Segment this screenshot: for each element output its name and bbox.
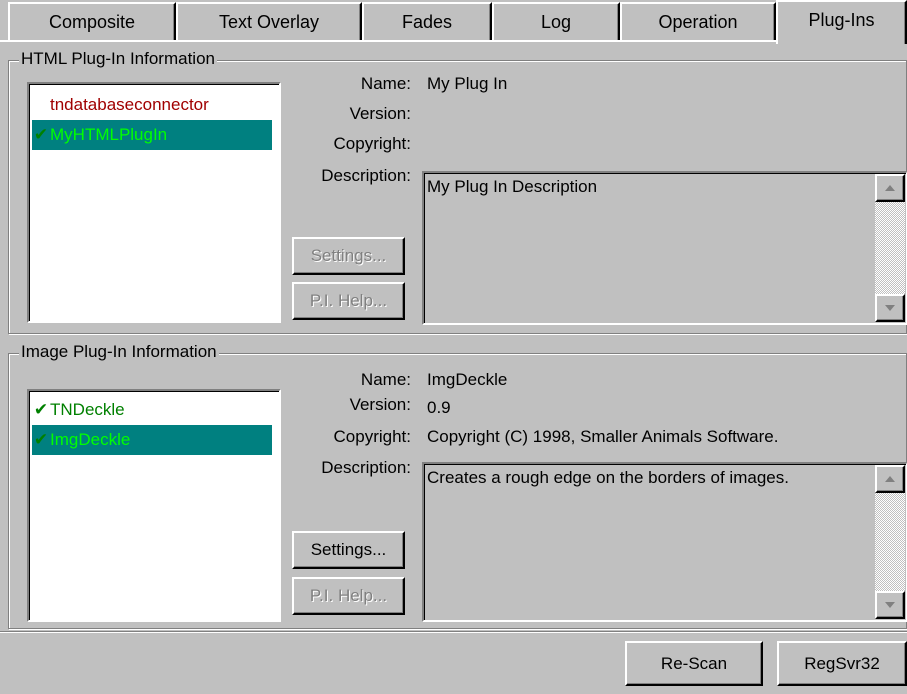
tab-label: Log — [540, 12, 572, 32]
rescan-button[interactable]: Re-Scan — [625, 641, 763, 686]
tab-operation[interactable]: Operation — [620, 2, 776, 41]
tab-plug-ins[interactable]: Plug-Ins — [776, 0, 907, 44]
tab-text-overlay[interactable]: Text Overlay — [176, 2, 362, 41]
tab-label: Plug-Ins — [808, 10, 875, 30]
regsvr32-button[interactable]: RegSvr32 — [777, 641, 907, 686]
tab-log[interactable]: Log — [492, 2, 620, 41]
tab-label: Text Overlay — [218, 12, 320, 32]
tab-page-plug-ins — [0, 40, 907, 632]
tab-composite[interactable]: Composite — [8, 2, 176, 41]
button-label: RegSvr32 — [804, 653, 880, 673]
tab-label: Fades — [401, 12, 453, 32]
tab-strip: Composite Text Overlay Fades Log Operati… — [0, 0, 907, 44]
tab-fades[interactable]: Fades — [362, 2, 492, 41]
tab-label: Operation — [658, 12, 738, 32]
tab-label: Composite — [48, 12, 136, 32]
button-label: Re-Scan — [660, 653, 728, 673]
